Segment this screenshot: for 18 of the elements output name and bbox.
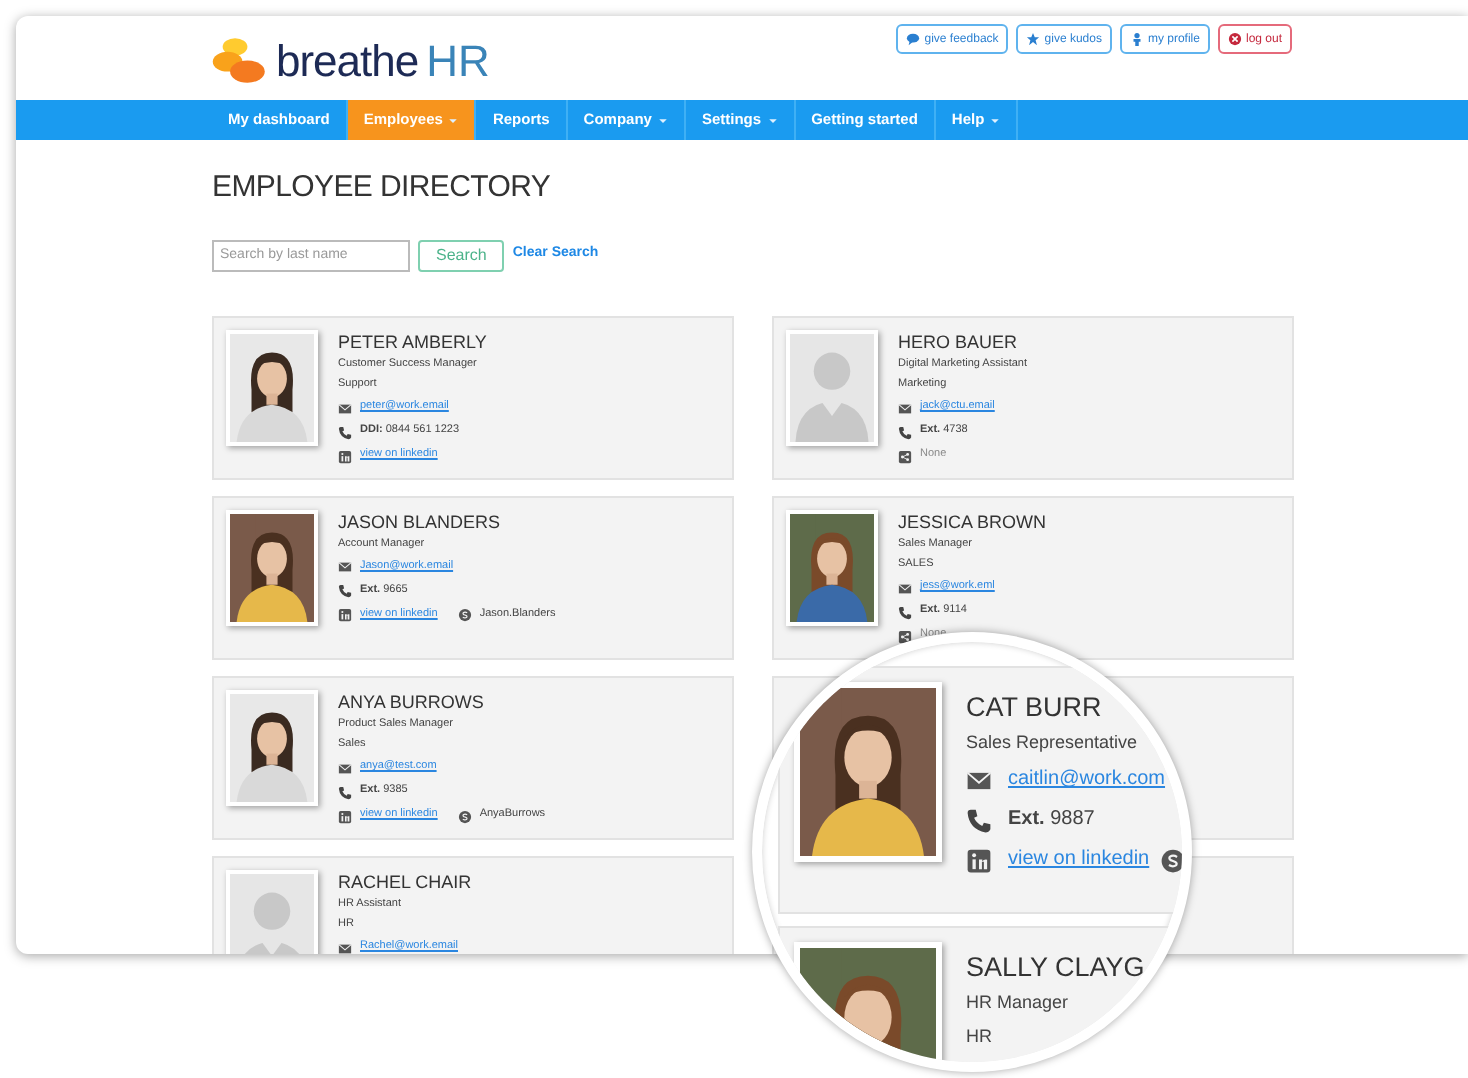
department: HR: [966, 1027, 994, 1045]
employee-name: RACHEL CHAIR: [338, 873, 472, 891]
linkedin-link[interactable]: view on linkedin: [1008, 850, 1150, 870]
employee-name: PETER AMBERLY: [338, 333, 487, 351]
employee-name: JASON BLANDERS: [338, 513, 503, 531]
search-button[interactable]: Search: [418, 239, 505, 271]
employee-name: JESSICA BROWN: [898, 513, 1047, 531]
phone-number: Ext. 9887: [1008, 810, 1095, 830]
employee-name: HERO BAUER: [898, 333, 1020, 351]
job-title: HR Manager: [966, 993, 1071, 1011]
employee-name: ANYA BURROWS: [338, 693, 486, 711]
job-title: Sales Representative: [966, 733, 1140, 751]
brand-suffix: HR: [426, 40, 490, 84]
email-link[interactable]: caitlin@work.com: [1008, 770, 1166, 790]
employee-name: CAT BURR: [966, 694, 1104, 721]
employee-name: SALLY CLAYG: [966, 954, 1145, 981]
brand-name: breathe: [276, 40, 419, 84]
page-title: EMPLOYEE DIRECTORY: [212, 168, 553, 208]
